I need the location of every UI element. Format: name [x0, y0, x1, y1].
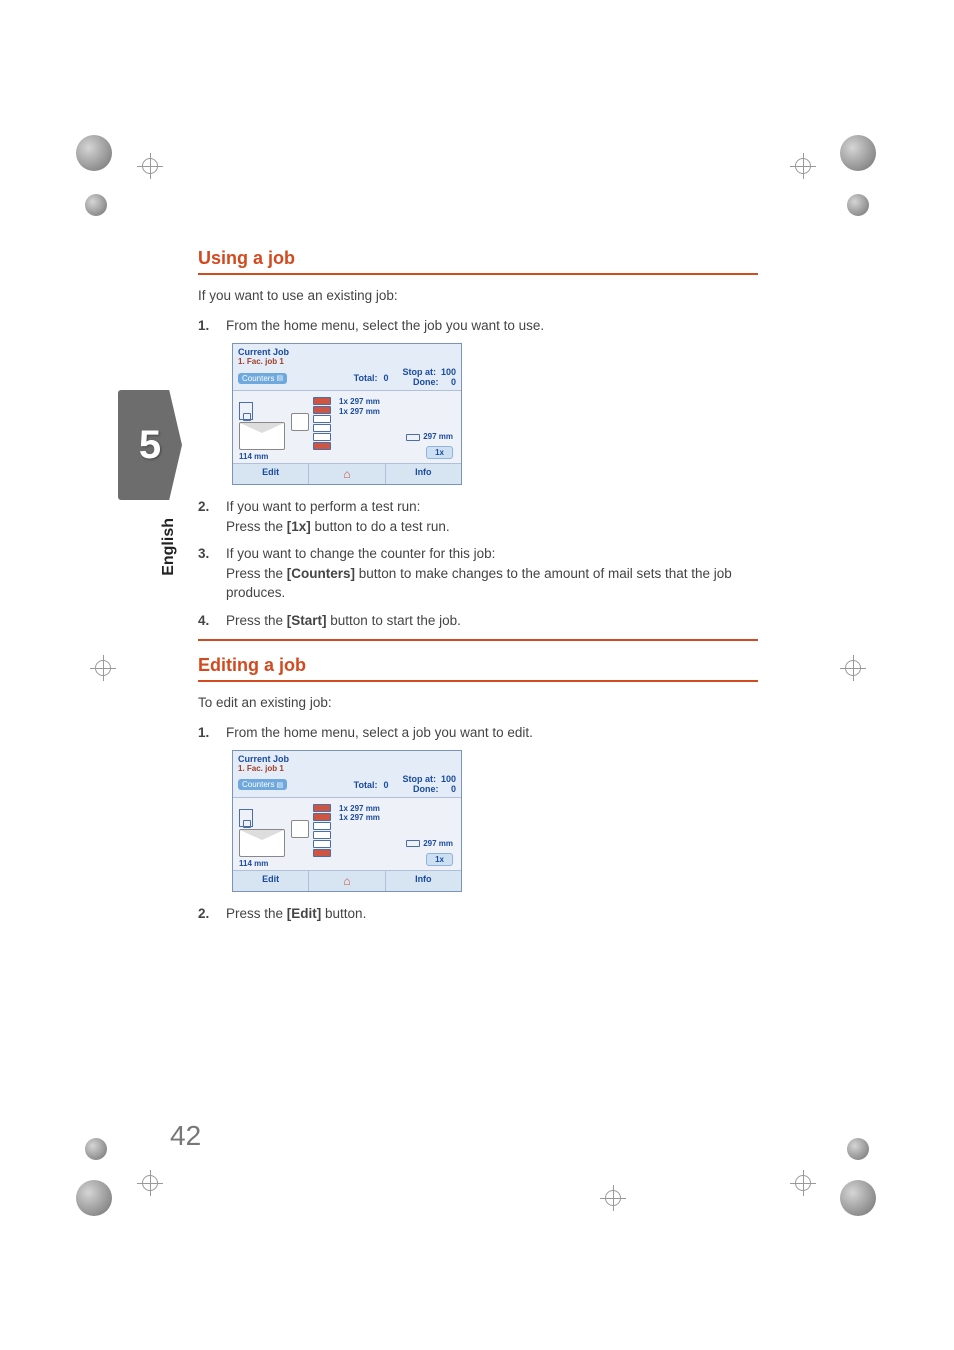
envelope-column: 114 mm: [239, 809, 287, 868]
print-dot: [85, 1138, 107, 1160]
step-text: From the home menu, select a job you wan…: [226, 723, 758, 743]
step-1: 1. From the home menu, select a job you …: [198, 723, 758, 743]
panel-job-name: 1. Fac. job 1: [238, 357, 456, 366]
section-title-editing: Editing a job: [198, 655, 758, 682]
document-icon: [406, 840, 420, 847]
machine-panel-screenshot: Current Job 1. Fac. job 1 Counters ▤ Tot…: [232, 750, 462, 892]
print-dot: [76, 135, 112, 171]
counters-button[interactable]: Counters ▤: [238, 779, 287, 790]
edit-button[interactable]: Edit: [233, 464, 309, 484]
output-size: 297 mm: [406, 839, 453, 848]
envelope-icon: [239, 809, 253, 827]
step-2: 2. If you want to perform a test run: Pr…: [198, 497, 758, 536]
registration-mark: [840, 655, 866, 681]
home-button[interactable]: ⌂: [309, 871, 385, 891]
registration-mark: [790, 1170, 816, 1196]
step-number: 4.: [198, 611, 226, 631]
total-label: Total:: [354, 373, 378, 383]
step-4: 4. Press the [Start] button to start the…: [198, 611, 758, 631]
envelope-drawing: [239, 829, 285, 857]
tray-icon: [313, 406, 331, 414]
print-dot: [840, 1180, 876, 1216]
tray-icon: [313, 415, 331, 423]
step-3: 3. If you want to change the counter for…: [198, 544, 758, 603]
tray-icon: [313, 424, 331, 432]
tray-icon: [313, 831, 331, 839]
step-number: 3.: [198, 544, 226, 603]
page-number: 42: [170, 1120, 201, 1152]
step-text: Press the [Start] button to start the jo…: [226, 611, 758, 631]
chapter-tab: 5: [118, 390, 182, 500]
section-title-using: Using a job: [198, 248, 758, 275]
step-number: 1.: [198, 316, 226, 336]
panel-job-name: 1. Fac. job 1: [238, 764, 456, 773]
panel-title: Current Job 1. Fac. job 1: [233, 751, 461, 773]
step-1: 1. From the home menu, select the job yo…: [198, 316, 758, 336]
envelope-size: 114 mm: [239, 452, 287, 461]
tray-icon: [313, 849, 331, 857]
registration-mark: [600, 1185, 626, 1211]
machine-panel-screenshot: Current Job 1. Fac. job 1 Counters ▤ Tot…: [232, 343, 462, 485]
tray-icon: [313, 442, 331, 450]
tray-icon: [313, 840, 331, 848]
test-run-button[interactable]: 1x: [426, 446, 453, 459]
feeder-trays: [313, 804, 331, 857]
tray-sizes: 1x 297 mm1x 297 mm: [339, 397, 380, 416]
print-dot: [847, 194, 869, 216]
counters-button[interactable]: Counters ▤: [238, 373, 287, 384]
chapter-badge: 5: [118, 390, 182, 500]
envelope-icon: [239, 402, 253, 420]
output-size: 297 mm: [406, 432, 453, 441]
total-label: Total:: [354, 780, 378, 790]
info-button[interactable]: Info: [386, 464, 461, 484]
edit-button[interactable]: Edit: [233, 871, 309, 891]
registration-mark: [137, 1170, 163, 1196]
step-text: Press the [Edit] button.: [226, 904, 758, 924]
module-icon: [291, 413, 309, 431]
tray-icon: [313, 804, 331, 812]
step-text: If you want to perform a test run: Press…: [226, 497, 758, 536]
home-icon: ⌂: [343, 874, 350, 888]
stop-done: Stop at: 100Done: 0: [402, 775, 456, 795]
chapter-number: 5: [139, 423, 161, 468]
envelope-column: 114 mm: [239, 402, 287, 461]
home-icon: ⌂: [343, 467, 350, 481]
test-run-button[interactable]: 1x: [426, 853, 453, 866]
step-2: 2. Press the [Edit] button.: [198, 904, 758, 924]
print-dot: [840, 135, 876, 171]
envelope-drawing: [239, 422, 285, 450]
print-dot: [85, 194, 107, 216]
document-icon: [406, 434, 420, 441]
tray-sizes: 1x 297 mm1x 297 mm: [339, 804, 380, 823]
home-button[interactable]: ⌂: [309, 464, 385, 484]
module-icon: [291, 820, 309, 838]
step-text: From the home menu, select the job you w…: [226, 316, 758, 336]
registration-mark: [790, 153, 816, 179]
step-number: 2.: [198, 904, 226, 924]
print-dot: [76, 1180, 112, 1216]
envelope-size: 114 mm: [239, 859, 287, 868]
registration-mark: [137, 153, 163, 179]
total-value: 0: [383, 780, 388, 790]
total-value: 0: [383, 373, 388, 383]
tray-icon: [313, 397, 331, 405]
feeder-trays: [313, 397, 331, 450]
step-number: 2.: [198, 497, 226, 536]
print-dot: [847, 1138, 869, 1160]
step-text: If you want to change the counter for th…: [226, 544, 758, 603]
registration-mark: [90, 655, 116, 681]
tray-icon: [313, 813, 331, 821]
tray-icon: [313, 822, 331, 830]
step-number: 1.: [198, 723, 226, 743]
language-tab: English: [160, 518, 178, 576]
stop-done: Stop at: 100Done: 0: [402, 368, 456, 388]
intro-editing: To edit an existing job:: [198, 694, 758, 713]
panel-title: Current Job 1. Fac. job 1: [233, 344, 461, 366]
info-button[interactable]: Info: [386, 871, 461, 891]
tray-icon: [313, 433, 331, 441]
intro-using: If you want to use an existing job:: [198, 287, 758, 306]
section-divider: [198, 639, 758, 641]
